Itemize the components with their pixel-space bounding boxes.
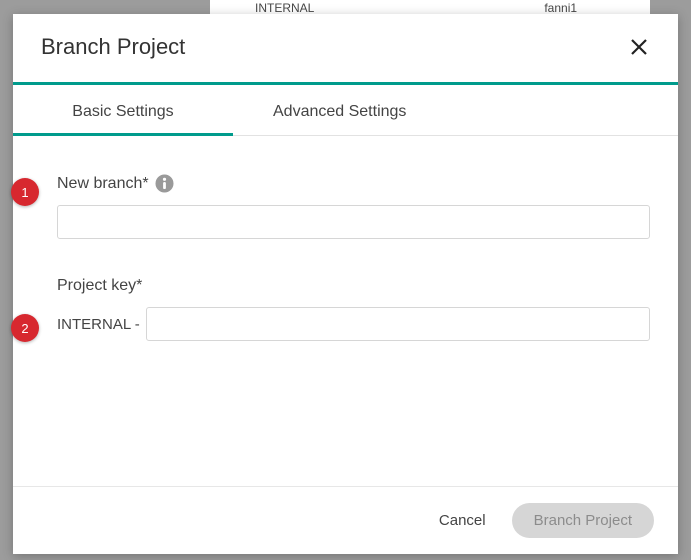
close-icon[interactable] [628,36,650,58]
project-key-prefix: INTERNAL - [57,316,140,333]
tabs: Basic Settings Advanced Settings [13,85,678,136]
project-key-label: Project key* [57,277,142,295]
modal-title: Branch Project [41,34,185,60]
bg-col-1: INTERNAL [255,1,314,15]
new-branch-label: New branch* [57,175,149,193]
tab-basic-label: Basic Settings [72,103,173,120]
project-key-row: INTERNAL - [57,307,650,341]
project-key-label-row: Project key* [57,277,650,295]
bg-col-2: fanni1 [544,1,577,15]
cancel-button[interactable]: Cancel [435,506,490,535]
field-new-branch: New branch* [57,174,650,239]
step-badge-1: 1 [11,178,39,206]
modal-header: Branch Project [13,14,678,85]
project-key-input[interactable] [146,307,650,341]
new-branch-input[interactable] [57,205,650,239]
branch-project-modal: Branch Project Basic Settings Advanced S… [13,14,678,554]
modal-body: 1 2 New branch* Project key* INTER [13,136,678,486]
step-badge-2: 2 [11,314,39,342]
branch-project-button[interactable]: Branch Project [512,503,654,538]
tab-basic-settings[interactable]: Basic Settings [13,85,233,135]
field-project-key: Project key* INTERNAL - [57,277,650,341]
info-icon[interactable] [155,174,174,193]
tab-advanced-settings[interactable]: Advanced Settings [233,85,678,135]
tab-advanced-label: Advanced Settings [273,103,406,120]
modal-footer: Cancel Branch Project [13,486,678,554]
new-branch-label-row: New branch* [57,174,650,193]
